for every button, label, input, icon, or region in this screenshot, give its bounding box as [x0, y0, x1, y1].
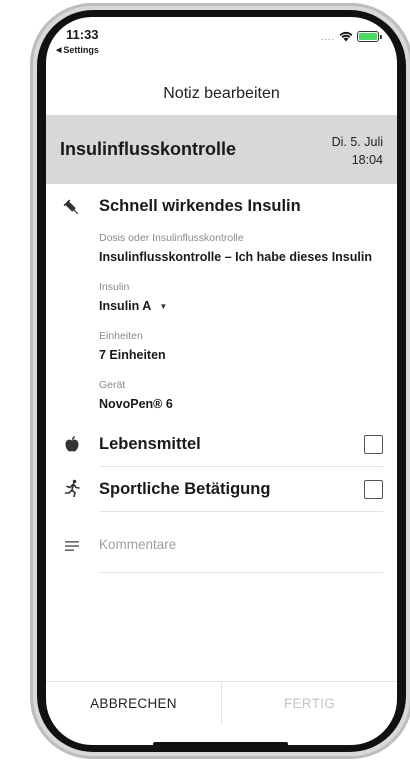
entry-time: 18:04 [351, 153, 383, 167]
cellular-signal-icon: .... [320, 31, 335, 42]
sport-label: Sportliche Betätigung [99, 480, 271, 498]
battery-level [359, 33, 377, 40]
insulin-section-title: Schnell wirkendes Insulin [99, 197, 301, 215]
sport-checkbox[interactable] [364, 480, 383, 499]
cancel-button[interactable]: ABBRECHEN [46, 682, 222, 725]
page-title: Notiz bearbeiten [163, 85, 280, 102]
insulin-label: Insulin [99, 281, 130, 293]
dose-value[interactable]: Insulinflusskontrolle – Ich habe dieses … [99, 250, 372, 264]
comments-input[interactable]: Kommentare [99, 537, 176, 552]
food-checkbox[interactable] [364, 435, 383, 454]
status-icons: .... [320, 31, 382, 42]
insulin-selected-value: Insulin A [99, 299, 152, 313]
footer-actions: ABBRECHEN FERTIG [46, 681, 397, 725]
entry-datetime[interactable]: Di. 5. Juli 18:04 [332, 133, 383, 169]
device-label: Gerät [99, 379, 126, 391]
battery-icon [357, 31, 382, 42]
wifi-icon [339, 31, 353, 42]
back-triangle-icon: ◀ [56, 47, 62, 54]
status-time: 11:33 [66, 27, 99, 42]
home-indicator[interactable] [153, 742, 288, 745]
units-value[interactable]: 7 Einheiten [99, 348, 166, 362]
units-label: Einheiten [99, 330, 143, 342]
comments-divider [99, 572, 383, 573]
dose-label: Dosis oder Insulinflusskontrolle [99, 232, 244, 244]
back-to-settings-link[interactable]: ◀ Settings [56, 45, 99, 55]
device-value[interactable]: NovoPen® 6 [99, 397, 173, 411]
lines-icon [65, 541, 79, 551]
food-divider [99, 466, 383, 467]
entry-type-title: Insulinflusskontrolle [60, 139, 237, 159]
status-bar: 11:33 ◀ Settings .... [46, 17, 397, 79]
app-screen: 11:33 ◀ Settings .... Notiz bearbeiten I… [46, 17, 397, 745]
done-button[interactable]: FERTIG [222, 682, 397, 725]
entry-header: Insulinflusskontrolle Di. 5. Juli 18:04 [46, 115, 397, 184]
insulin-dropdown[interactable]: Insulin A ▼ [99, 299, 167, 313]
apple-icon [65, 436, 79, 452]
back-app-label: Settings [63, 45, 99, 55]
food-label: Lebensmittel [99, 435, 201, 453]
syringe-icon [63, 199, 79, 215]
sport-divider [99, 511, 383, 512]
dropdown-caret-icon: ▼ [159, 302, 168, 312]
running-person-icon [64, 479, 80, 497]
entry-date: Di. 5. Juli [331, 135, 383, 149]
